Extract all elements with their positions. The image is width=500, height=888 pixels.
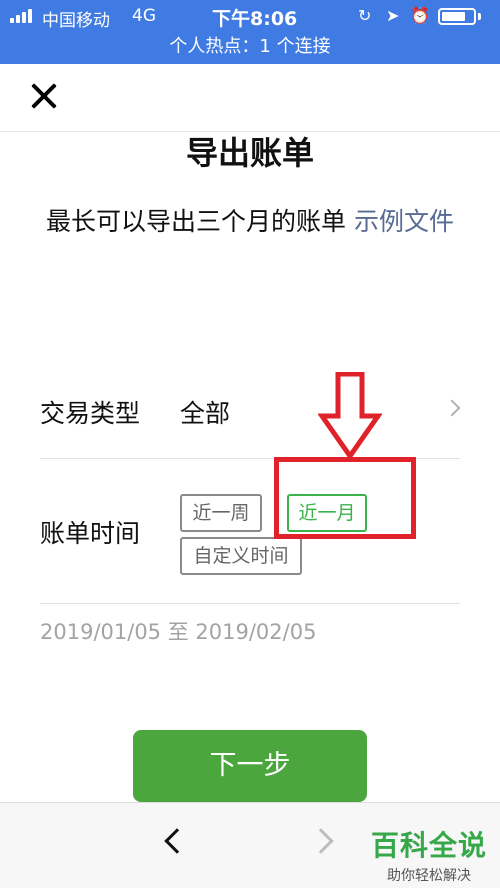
description-text: 最长可以导出三个月的账单 <box>46 207 347 236</box>
transaction-type-label: 交易类型 <box>40 399 141 428</box>
hotspot-banner[interactable]: 个人热点：1 个连接 <box>0 32 500 58</box>
status-row: 中国移动 4G 下午8:06 ↻ ➤ ⏰ <box>0 0 500 32</box>
carrier-name: 中国移动 <box>42 11 110 31</box>
signal-strength-icon <box>10 9 36 23</box>
location-icon: ➤ <box>386 6 400 25</box>
close-icon[interactable] <box>28 80 60 112</box>
watermark-logo: 百科全说 助你轻松解决 <box>366 824 492 885</box>
next-step-button[interactable]: 下一步 <box>133 730 367 802</box>
chip-last-week[interactable]: 近一周 <box>180 494 262 532</box>
row-divider <box>40 603 460 604</box>
alarm-icon: ⏰ <box>410 6 430 25</box>
transaction-type-value[interactable]: 全部 <box>180 394 230 430</box>
bill-time-label: 账单时间 <box>40 519 141 548</box>
date-range: 2019/01/05 至 2019/02/05 <box>40 620 317 644</box>
battery-tip <box>478 13 481 20</box>
clock: 下午8:06 <box>212 8 298 30</box>
battery-icon <box>438 8 476 25</box>
annotation-highlight-box <box>274 457 416 539</box>
chevron-right-icon[interactable] <box>443 399 461 417</box>
example-file-link[interactable]: 示例文件 <box>354 207 454 236</box>
network-type: 4G <box>132 6 156 26</box>
page-title: 导出账单 <box>185 134 314 172</box>
status-bar: 中国移动 4G 下午8:06 ↻ ➤ ⏰ 个人热点：1 个连接 <box>0 0 500 64</box>
rotation-lock-icon: ↻ <box>358 6 372 25</box>
chip-custom-time[interactable]: 自定义时间 <box>180 537 302 575</box>
watermark-title: 百科全说 <box>370 829 487 862</box>
watermark-subtitle: 助你轻松解决 <box>387 868 471 884</box>
page-description: 最长可以导出三个月的账单 示例文件 <box>44 200 456 244</box>
annotation-arrow-icon <box>318 372 382 460</box>
battery-level <box>442 12 465 21</box>
